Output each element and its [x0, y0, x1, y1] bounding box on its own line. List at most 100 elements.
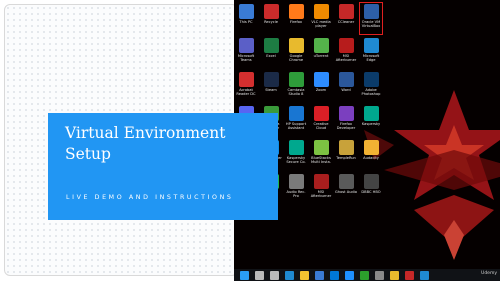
desktop-shortcut-label: TempleRun [336, 156, 356, 160]
recycle-bin-icon [263, 4, 279, 19]
desktop-shortcut-label: BlueStacks Multi Insta. [311, 156, 331, 164]
teams-icon [238, 38, 254, 53]
chrome-icon [288, 38, 304, 53]
desktop-shortcut-label: Kaspersky Secure Co. [286, 156, 306, 164]
windows-taskbar-icon[interactable] [420, 270, 429, 280]
desktop-shortcut-label: Firefox Developer [336, 122, 356, 130]
zoom-icon [313, 72, 329, 87]
desktop-shortcut-label: Steam [265, 88, 277, 92]
camtasia-icon [288, 72, 304, 87]
edge-icon [363, 38, 379, 53]
desktop-shortcut[interactable]: Camtasia Studio 8 [284, 70, 308, 103]
desktop-shortcut[interactable]: TempleRun [334, 138, 358, 171]
kaspersky-secure-icon [288, 140, 304, 155]
desktop-shortcut[interactable]: Recycle [259, 2, 283, 35]
desktop-shortcut[interactable]: This PC [234, 2, 258, 35]
desktop-shortcut[interactable]: uTorrent [309, 36, 333, 69]
edge-taskbar-icon[interactable] [285, 270, 294, 280]
desktop-shortcut-label: Recycle [264, 20, 278, 24]
desktop-shortcut-label: Google Chrome [288, 54, 304, 62]
desktop-shortcut[interactable]: CCleaner [334, 2, 358, 35]
desktop-shortcut-label: VLC media player [311, 20, 331, 28]
desktop-shortcut[interactable]: MSI Afterburner [309, 172, 333, 205]
desktop-shortcut-label: Adobe Photoshop [361, 88, 381, 96]
desktop-shortcut-label: Creative Cloud [313, 122, 329, 130]
photos-icon[interactable] [345, 270, 354, 280]
slide-title: Virtual Environment Setup [65, 124, 226, 163]
desktop-shortcut[interactable]: Google Chrome [284, 36, 308, 69]
desktop-shortcut-label: uTorrent [313, 54, 329, 58]
desktop-shortcut[interactable]: Oracle VM VirtualBox [359, 2, 383, 35]
desktop-shortcut-label: Camtasia Studio 8 [287, 88, 305, 96]
title-card: Virtual Environment Setup LIVE DEMO AND … [48, 113, 278, 220]
desktop-shortcut-label: MSI Afterburner [335, 54, 357, 62]
chrome-taskbar-icon[interactable] [390, 270, 399, 280]
excel-icon [263, 38, 279, 53]
watermark-text: Udemy [481, 271, 497, 276]
desktop-shortcut-label: Excel [266, 54, 276, 58]
afterburner2-icon [313, 174, 329, 189]
desktop-shortcut[interactable]: Excel [259, 36, 283, 69]
bluestacks-multi-icon [313, 140, 329, 155]
desktop-shortcut[interactable]: Acrobat Reader DC [234, 70, 258, 103]
store-icon[interactable] [315, 270, 324, 280]
audio-rec-icon [288, 174, 304, 189]
slide-subtitle: LIVE DEMO AND INSTRUCTIONS [66, 194, 234, 201]
desktop-shortcut-label: MSI Afterburner [310, 190, 332, 198]
taskbar-items [234, 270, 429, 280]
desktop-shortcut-label: DBBC HBO [361, 190, 381, 194]
desktop-shortcut[interactable]: Word [334, 70, 358, 103]
desktop-shortcut-label: Oracle VM VirtualBox [361, 20, 381, 28]
desktop-shortcut-label: Audacity [363, 156, 379, 160]
hp-support-icon [288, 106, 304, 121]
desktop-shortcut-label: Audio Rec. Pro [286, 190, 306, 198]
desktop-shortcut[interactable]: HP Support Assistant [284, 104, 308, 137]
slide: This PC Recycle Firefox VLC media player CCl… [0, 0, 500, 281]
desktop-shortcut[interactable]: Microsoft Edge [359, 36, 383, 69]
search-icon[interactable] [255, 270, 264, 280]
settings-icon[interactable] [375, 270, 384, 280]
desktop-shortcut[interactable]: Zoom [309, 70, 333, 103]
desktop-shortcut-label: Ghost Audio [335, 190, 357, 194]
desktop-shortcut[interactable]: Firefox Developer [334, 104, 358, 137]
kaspersky-icon [363, 106, 379, 121]
desktop-shortcut[interactable]: Ghost Audio [334, 172, 358, 205]
desktop-shortcut[interactable]: Adobe Photoshop [359, 70, 383, 103]
file-explorer-icon[interactable] [300, 270, 309, 280]
desktop-shortcut-label: Kaspersky [361, 122, 381, 126]
templerun-icon [338, 140, 354, 155]
task-view-icon[interactable] [270, 270, 279, 280]
desktop-shortcut-label: Microsoft Edge [362, 54, 380, 62]
desktop-shortcut-label: Word [341, 88, 351, 92]
desktop-shortcut[interactable]: Steam [259, 70, 283, 103]
afterburner-icon [338, 38, 354, 53]
acrobat-icon [238, 72, 254, 87]
desktop-shortcut[interactable]: Audacity [359, 138, 383, 171]
desktop-shortcut[interactable]: Audio Rec. Pro [284, 172, 308, 205]
xbox-icon[interactable] [360, 270, 369, 280]
windows-taskbar: Udemy [234, 269, 500, 281]
desktop-shortcut[interactable]: Creative Cloud [309, 104, 333, 137]
desktop-shortcut-label: HP Support Assistant [285, 122, 307, 130]
desktop-shortcut[interactable]: Kaspersky Secure Co. [284, 138, 308, 171]
vlc-icon [313, 4, 329, 19]
desktop-shortcut[interactable]: BlueStacks Multi Insta. [309, 138, 333, 171]
desktop-shortcut[interactable]: MSI Afterburner [334, 36, 358, 69]
desktop-shortcut-label: Zoom [315, 88, 327, 92]
start-button-icon[interactable] [240, 270, 249, 280]
desktop-shortcut-label: CCleaner [337, 20, 355, 24]
desktop-shortcut[interactable]: DBBC HBO [359, 172, 383, 205]
virtualbox-icon [363, 4, 379, 19]
mail-icon[interactable] [330, 270, 339, 280]
ccleaner-taskbar-icon[interactable] [405, 270, 414, 280]
audacity-icon [363, 140, 379, 155]
firefox-icon [288, 4, 304, 19]
desktop-shortcut-label: Acrobat Reader DC [236, 88, 256, 96]
ghost-audio-icon [338, 174, 354, 189]
desktop-shortcut[interactable]: Firefox [284, 2, 308, 35]
desktop-shortcut-label: Microsoft Teams [237, 54, 255, 62]
desktop-shortcut-label: Firefox [290, 20, 302, 24]
desktop-shortcut[interactable]: Kaspersky [359, 104, 383, 137]
desktop-shortcut[interactable]: Microsoft Teams [234, 36, 258, 69]
desktop-shortcut[interactable]: VLC media player [309, 2, 333, 35]
